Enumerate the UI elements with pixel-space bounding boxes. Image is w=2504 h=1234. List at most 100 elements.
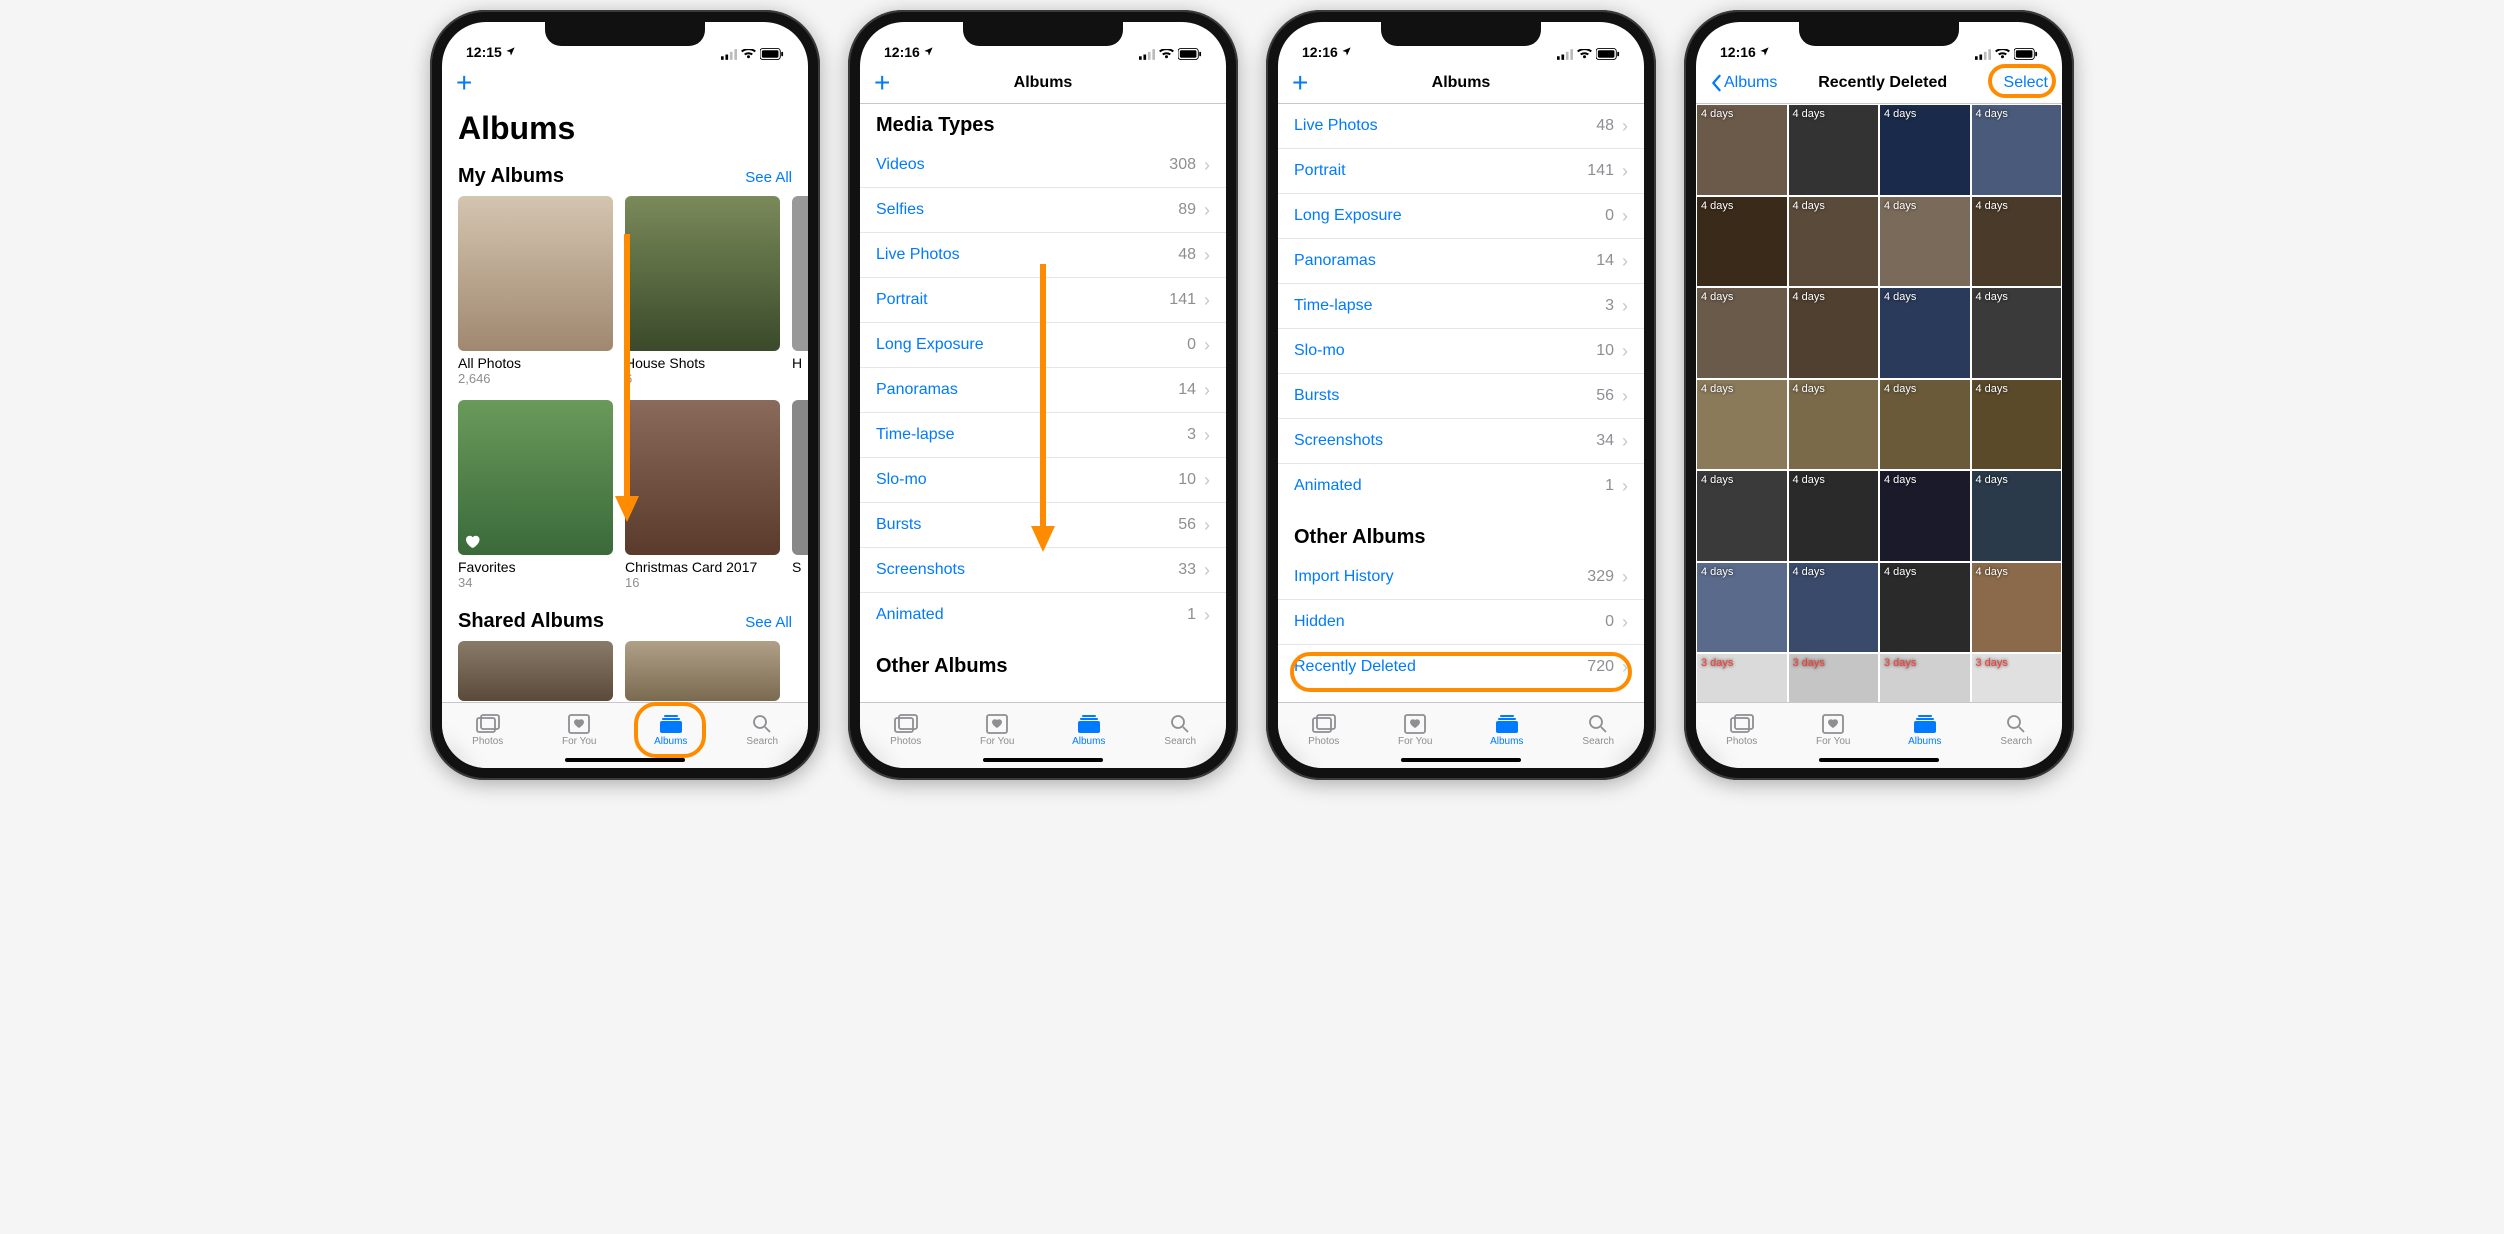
- tab-photos[interactable]: Photos: [1696, 703, 1788, 752]
- see-all-button[interactable]: See All: [745, 614, 792, 631]
- chevron-right-icon: ›: [1622, 657, 1628, 678]
- list-label: Long Exposure: [1294, 207, 1402, 225]
- photo-thumb[interactable]: 4 days: [1789, 197, 1879, 287]
- tab-photos[interactable]: Photos: [442, 703, 534, 752]
- photo-thumb[interactable]: 4 days: [1697, 288, 1787, 378]
- list-row[interactable]: Panoramas 14 ›: [860, 368, 1226, 413]
- photo-thumb[interactable]: 4 days: [1972, 563, 2062, 653]
- photo-thumb[interactable]: 4 days: [1880, 197, 1970, 287]
- photo-thumb[interactable]: 4 days: [1789, 380, 1879, 470]
- list-row[interactable]: Live Photos 48 ›: [860, 233, 1226, 278]
- tab-albums[interactable]: Albums: [1043, 703, 1135, 752]
- album-card[interactable]: Favorites 34: [458, 400, 613, 590]
- list-row[interactable]: Bursts 56 ›: [1278, 374, 1644, 419]
- list-row[interactable]: Screenshots 33 ›: [860, 548, 1226, 593]
- list-label: Portrait: [876, 291, 928, 309]
- tab-foryou[interactable]: For You: [952, 703, 1044, 752]
- photo-thumb[interactable]: 4 days: [1789, 105, 1879, 195]
- photo-thumb[interactable]: 4 days: [1697, 471, 1787, 561]
- home-indicator[interactable]: [565, 758, 685, 762]
- tab-foryou[interactable]: For You: [1370, 703, 1462, 752]
- list-row[interactable]: Time-lapse 3 ›: [860, 413, 1226, 458]
- photo-thumb[interactable]: 4 days: [1972, 471, 2062, 561]
- tab-albums[interactable]: Albums: [625, 703, 717, 752]
- album-thumb: [625, 196, 780, 351]
- tab-foryou[interactable]: For You: [534, 703, 626, 752]
- list-row[interactable]: Screenshots 34 ›: [1278, 419, 1644, 464]
- list-count: 56: [1178, 516, 1196, 534]
- back-button[interactable]: Albums: [1710, 74, 1777, 92]
- status-time: 12:15: [466, 44, 502, 60]
- tab-search[interactable]: Search: [1971, 703, 2063, 752]
- photo-thumb[interactable]: 3 days: [1789, 654, 1879, 702]
- list-row[interactable]: Animated 1 ›: [1278, 464, 1644, 508]
- notch: [1799, 22, 1959, 46]
- photo-thumb[interactable]: 4 days: [1880, 471, 1970, 561]
- notch: [963, 22, 1123, 46]
- see-all-button[interactable]: See All: [745, 169, 792, 186]
- list-row[interactable]: Long Exposure 0 ›: [860, 323, 1226, 368]
- photo-thumb[interactable]: 4 days: [1880, 288, 1970, 378]
- list-row[interactable]: Bursts 56 ›: [860, 503, 1226, 548]
- photo-thumb[interactable]: 4 days: [1697, 105, 1787, 195]
- list-count: 141: [1587, 162, 1614, 180]
- list-row[interactable]: Import History 329 ›: [1278, 555, 1644, 600]
- photo-thumb[interactable]: 3 days: [1972, 654, 2062, 702]
- photo-thumb[interactable]: 4 days: [1972, 197, 2062, 287]
- list-row[interactable]: Live Photos 48 ›: [1278, 104, 1644, 149]
- tab-search[interactable]: Search: [717, 703, 809, 752]
- chevron-right-icon: ›: [1204, 425, 1210, 446]
- album-card[interactable]: All Photos 2,646: [458, 196, 613, 386]
- list-row[interactable]: Panoramas 14 ›: [1278, 239, 1644, 284]
- photo-thumb[interactable]: 4 days: [1972, 105, 2062, 195]
- tab-photos[interactable]: Photos: [1278, 703, 1370, 752]
- list-row[interactable]: Slo-mo 10 ›: [1278, 329, 1644, 374]
- album-card[interactable]: H: [792, 196, 808, 386]
- photo-thumb[interactable]: 4 days: [1697, 380, 1787, 470]
- list-row[interactable]: Slo-mo 10 ›: [860, 458, 1226, 503]
- add-button[interactable]: +: [874, 69, 890, 97]
- tab-search[interactable]: Search: [1135, 703, 1227, 752]
- home-indicator[interactable]: [1819, 758, 1939, 762]
- list-row[interactable]: Videos 308 ›: [860, 143, 1226, 188]
- list-row[interactable]: Recently Deleted 720 ›: [1278, 645, 1644, 689]
- list-row[interactable]: Long Exposure 0 ›: [1278, 194, 1644, 239]
- photo-thumb[interactable]: 4 days: [1880, 105, 1970, 195]
- list-row[interactable]: Animated 1 ›: [860, 593, 1226, 637]
- photo-thumb[interactable]: 4 days: [1972, 380, 2062, 470]
- photo-thumb[interactable]: 4 days: [1697, 197, 1787, 287]
- tab-foryou[interactable]: For You: [1788, 703, 1880, 752]
- shared-album-thumb[interactable]: [458, 641, 613, 701]
- tab-albums[interactable]: Albums: [1879, 703, 1971, 752]
- photo-thumb[interactable]: 3 days: [1880, 654, 1970, 702]
- photo-thumb[interactable]: 4 days: [1880, 563, 1970, 653]
- album-card[interactable]: House Shots 6: [625, 196, 780, 386]
- list-label: Bursts: [1294, 387, 1339, 405]
- album-card[interactable]: S: [792, 400, 808, 590]
- shared-album-thumb[interactable]: [625, 641, 780, 701]
- photo-thumb[interactable]: 4 days: [1789, 471, 1879, 561]
- add-button[interactable]: +: [456, 69, 472, 97]
- days-remaining-label: 4 days: [1701, 383, 1733, 395]
- photo-thumb[interactable]: 4 days: [1789, 563, 1879, 653]
- select-button[interactable]: Select: [2004, 74, 2048, 92]
- list-row[interactable]: Hidden 0 ›: [1278, 600, 1644, 645]
- photo-thumb[interactable]: 4 days: [1880, 380, 1970, 470]
- tab-albums[interactable]: Albums: [1461, 703, 1553, 752]
- photo-thumb[interactable]: 4 days: [1789, 288, 1879, 378]
- tab-search[interactable]: Search: [1553, 703, 1645, 752]
- list-label: Screenshots: [1294, 432, 1383, 450]
- photo-thumb[interactable]: 3 days: [1697, 654, 1787, 702]
- home-indicator[interactable]: [1401, 758, 1521, 762]
- list-row[interactable]: Time-lapse 3 ›: [1278, 284, 1644, 329]
- list-row[interactable]: Portrait 141 ›: [860, 278, 1226, 323]
- list-row[interactable]: Portrait 141 ›: [1278, 149, 1644, 194]
- list-row[interactable]: Selfies 89 ›: [860, 188, 1226, 233]
- album-card[interactable]: Christmas Card 2017 16: [625, 400, 780, 590]
- photo-thumb[interactable]: 4 days: [1697, 563, 1787, 653]
- photo-thumb[interactable]: 4 days: [1972, 288, 2062, 378]
- chevron-right-icon: ›: [1622, 161, 1628, 182]
- tab-photos[interactable]: Photos: [860, 703, 952, 752]
- home-indicator[interactable]: [983, 758, 1103, 762]
- add-button[interactable]: +: [1292, 69, 1308, 97]
